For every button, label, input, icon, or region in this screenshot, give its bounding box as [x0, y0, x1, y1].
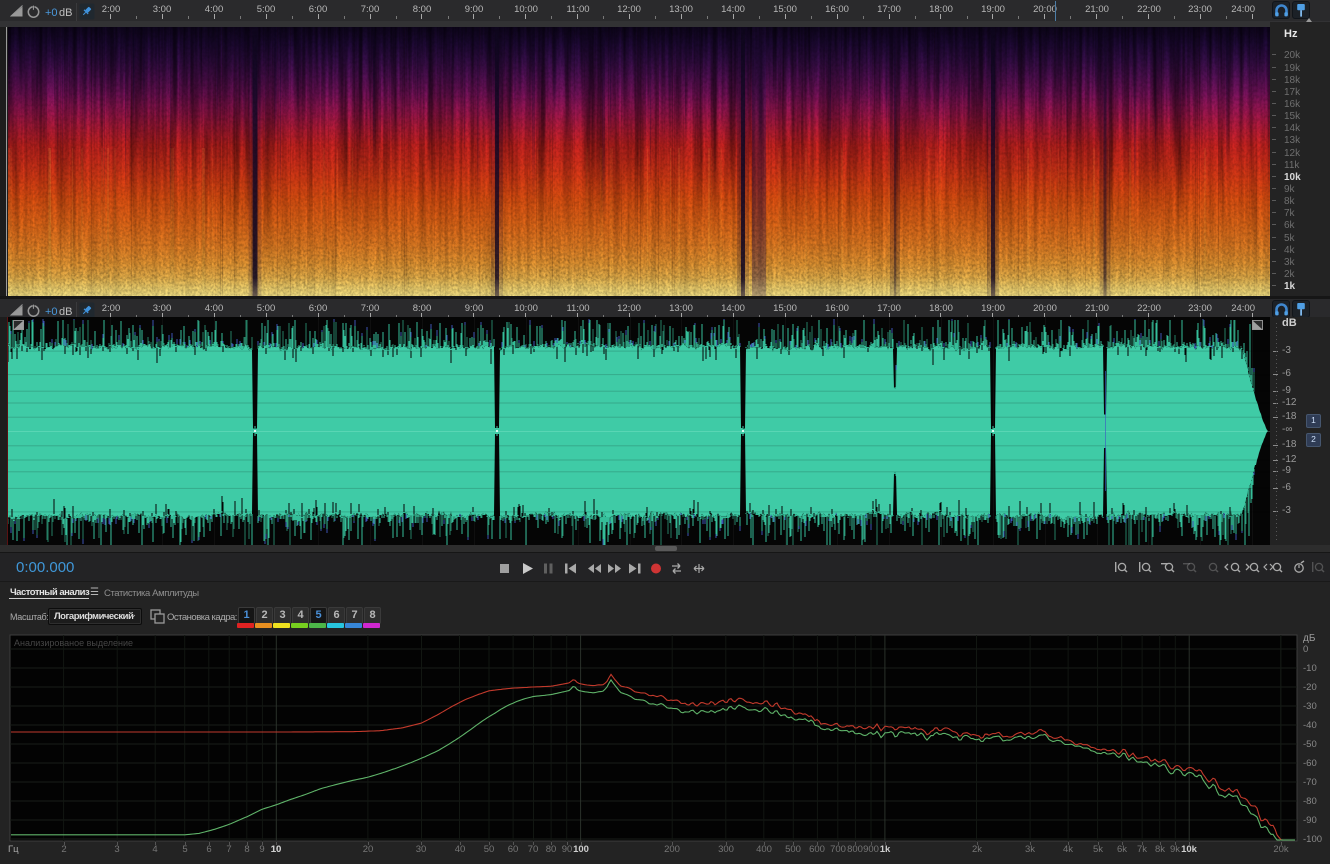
svg-text:dB: dB — [59, 7, 72, 19]
svg-text:+0: +0 — [45, 7, 58, 19]
